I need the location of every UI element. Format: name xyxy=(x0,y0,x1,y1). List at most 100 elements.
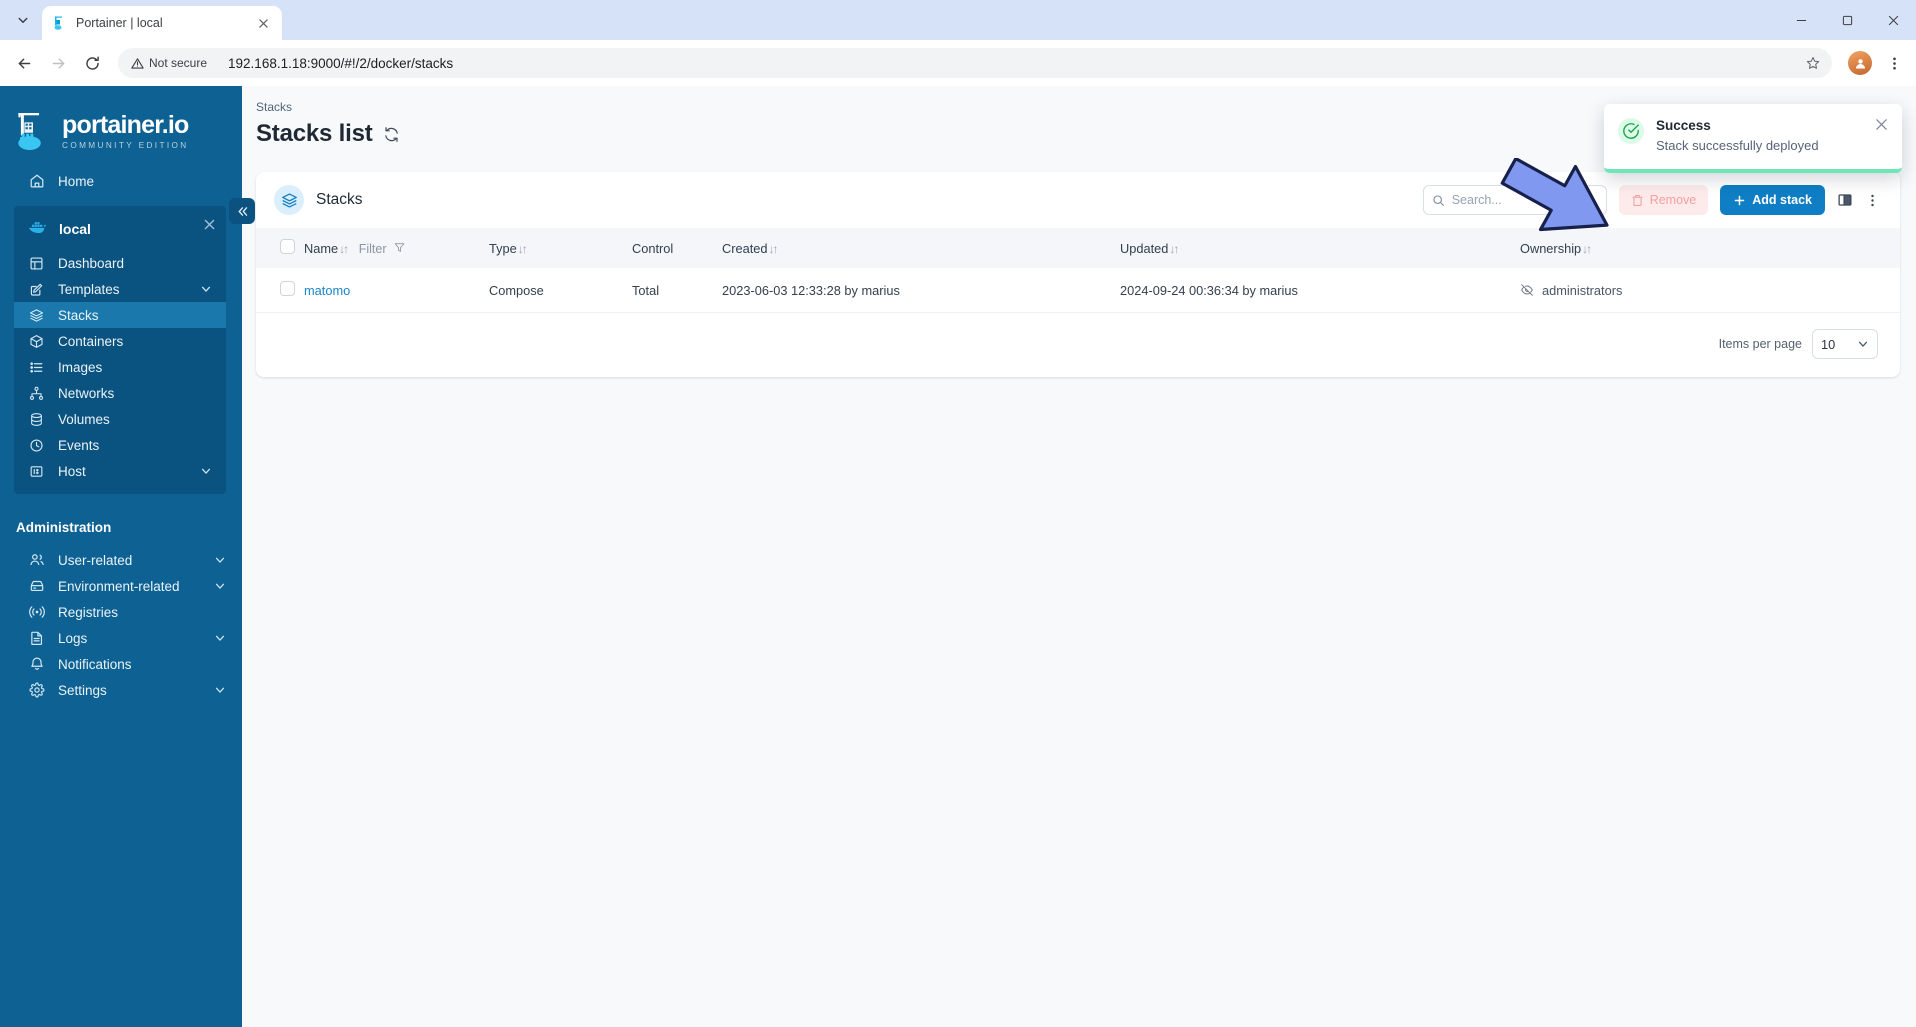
sidebar-item-images[interactable]: Images xyxy=(14,354,226,380)
omnibox[interactable]: Not secure 192.168.1.18:9000/#!/2/docker… xyxy=(118,48,1832,78)
cell-name: matomo xyxy=(304,268,489,313)
add-stack-button-label: Add stack xyxy=(1752,193,1812,207)
sidebar-item-containers[interactable]: Containers xyxy=(14,328,226,354)
sidebar-item-environment-related[interactable]: Environment-related xyxy=(0,573,242,599)
column-header-created[interactable]: Created↓↑ xyxy=(722,228,1120,268)
environment-block: local Dashboard Templates Stacks Contain… xyxy=(14,206,226,494)
sort-icon[interactable]: ↓↑ xyxy=(769,242,779,256)
tab-close-icon[interactable] xyxy=(254,14,272,32)
sort-icon[interactable]: ↓↑ xyxy=(1169,242,1179,256)
chevron-down-icon[interactable] xyxy=(214,632,226,644)
stacks-layers-icon xyxy=(28,307,45,324)
browser-window: Portainer | local Not secure 192.168.1.1… xyxy=(0,0,1916,1027)
items-per-page-select[interactable]: 10 xyxy=(1812,329,1878,359)
site-security-indicator[interactable]: Not secure xyxy=(122,53,216,73)
stack-name-link[interactable]: matomo xyxy=(304,283,350,298)
remove-button[interactable]: Remove xyxy=(1618,185,1709,215)
stacks-table: Name↓↑ Filter Type↓↑ Control Created↓↑ U… xyxy=(256,228,1900,313)
double-chevron-left-icon[interactable] xyxy=(229,198,255,224)
column-header-type[interactable]: Type↓↑ xyxy=(489,228,632,268)
toast-close-icon[interactable] xyxy=(1875,118,1888,131)
column-header-name[interactable]: Name↓↑ Filter xyxy=(304,228,489,268)
sidebar-item-label: Settings xyxy=(58,682,107,698)
column-layout-icon[interactable] xyxy=(1837,192,1853,208)
back-arrow-icon[interactable] xyxy=(8,47,40,79)
select-all-checkbox[interactable] xyxy=(280,239,295,254)
templates-icon xyxy=(28,281,45,298)
sidebar-item-notifications[interactable]: Notifications xyxy=(0,651,242,677)
row-select-cell xyxy=(256,268,304,313)
maximize-icon[interactable] xyxy=(1824,0,1870,40)
sidebar-item-templates[interactable]: Templates xyxy=(14,276,226,302)
sidebar-item-user-related[interactable]: User-related xyxy=(0,547,242,573)
chevron-down-icon[interactable] xyxy=(214,580,226,592)
sidebar-item-volumes[interactable]: Volumes xyxy=(14,406,226,432)
bookmark-star-icon[interactable] xyxy=(1800,50,1826,76)
sort-icon[interactable]: ↓↑ xyxy=(339,242,349,256)
tab-title: Portainer | local xyxy=(76,16,163,30)
column-header-control[interactable]: Control xyxy=(632,228,722,268)
sidebar-item-dashboard[interactable]: Dashboard xyxy=(14,250,226,276)
vertical-dots-icon[interactable] xyxy=(1865,193,1880,208)
containers-box-icon xyxy=(28,333,45,350)
eye-off-icon xyxy=(1520,283,1534,297)
chevron-down-icon[interactable] xyxy=(200,283,212,295)
sidebar-item-host[interactable]: Host xyxy=(14,458,226,484)
sort-icon[interactable]: ↓↑ xyxy=(518,242,528,256)
portainer-app: portainer.io COMMUNITY EDITION Home loca… xyxy=(0,86,1916,1027)
pagination: Items per page 10 xyxy=(256,313,1900,377)
forward-arrow-icon[interactable] xyxy=(42,47,74,79)
main-content: Stacks Stacks list Stacks Search... Remo… xyxy=(242,86,1916,1027)
sidebar-item-settings[interactable]: Settings xyxy=(0,677,242,703)
filter-label[interactable]: Filter xyxy=(359,242,387,256)
browser-tab[interactable]: Portainer | local xyxy=(42,6,282,40)
security-label: Not secure xyxy=(149,56,208,70)
column-label: Type xyxy=(489,240,517,256)
funnel-icon[interactable] xyxy=(394,241,405,256)
sidebar-item-label: Events xyxy=(58,437,100,453)
environment-close-icon[interactable] xyxy=(204,218,215,233)
volumes-database-icon xyxy=(28,411,45,428)
table-header-row: Name↓↑ Filter Type↓↑ Control Created↓↑ U… xyxy=(256,228,1900,268)
stacks-card: Stacks Search... Remove Add stack Name↓↑… xyxy=(256,172,1900,377)
environment-selector[interactable]: local xyxy=(14,214,226,244)
add-stack-button[interactable]: Add stack xyxy=(1720,185,1825,215)
browser-toolbar: Not secure 192.168.1.18:9000/#!/2/docker… xyxy=(0,40,1916,86)
networks-icon xyxy=(28,385,45,402)
bell-icon xyxy=(28,656,45,673)
sidebar-item-stacks[interactable]: Stacks xyxy=(14,302,226,328)
column-label: Ownership xyxy=(1520,240,1582,256)
cell-updated: 2024-09-24 00:36:34 by marius xyxy=(1120,268,1520,313)
search-input[interactable] xyxy=(1451,193,1613,207)
sidebar-item-registries[interactable]: Registries xyxy=(0,599,242,625)
cell-created: 2023-06-03 12:33:28 by marius xyxy=(722,268,1120,313)
window-close-icon[interactable] xyxy=(1870,0,1916,40)
portainer-logo[interactable]: portainer.io COMMUNITY EDITION xyxy=(0,94,242,166)
docker-whale-icon xyxy=(28,220,47,239)
search-box[interactable] xyxy=(1422,185,1630,215)
chevron-down-icon[interactable] xyxy=(214,554,226,566)
chevron-down-icon[interactable] xyxy=(214,684,226,696)
sidebar-item-networks[interactable]: Networks xyxy=(14,380,226,406)
column-header-ownership[interactable]: Ownership↓↑ xyxy=(1520,228,1900,268)
table-row[interactable]: matomo Compose Total 2023-06-03 12:33:28… xyxy=(256,268,1900,313)
gear-icon xyxy=(28,682,45,699)
sidebar-item-label: Stacks xyxy=(58,307,99,323)
browser-menu-icon[interactable] xyxy=(1880,49,1908,77)
sidebar-item-events[interactable]: Events xyxy=(14,432,226,458)
reload-icon[interactable] xyxy=(76,47,108,79)
sort-icon[interactable]: ↓↑ xyxy=(1582,242,1592,256)
sidebar-item-label: Dashboard xyxy=(58,255,125,271)
account-avatar[interactable] xyxy=(1848,51,1872,75)
minimize-icon[interactable] xyxy=(1778,0,1824,40)
cell-ownership: administrators xyxy=(1520,268,1900,313)
column-header-updated[interactable]: Updated↓↑ xyxy=(1120,228,1520,268)
tab-search-icon[interactable] xyxy=(8,5,38,35)
refresh-icon[interactable] xyxy=(383,126,400,143)
chevron-down-icon[interactable] xyxy=(200,465,212,477)
card-header: Stacks Search... Remove Add stack xyxy=(256,172,1900,228)
url-text[interactable]: 192.168.1.18:9000/#!/2/docker/stacks xyxy=(220,56,1796,71)
sidebar-item-logs[interactable]: Logs xyxy=(0,625,242,651)
sidebar-item-home[interactable]: Home xyxy=(0,166,242,196)
row-checkbox[interactable] xyxy=(280,281,295,296)
